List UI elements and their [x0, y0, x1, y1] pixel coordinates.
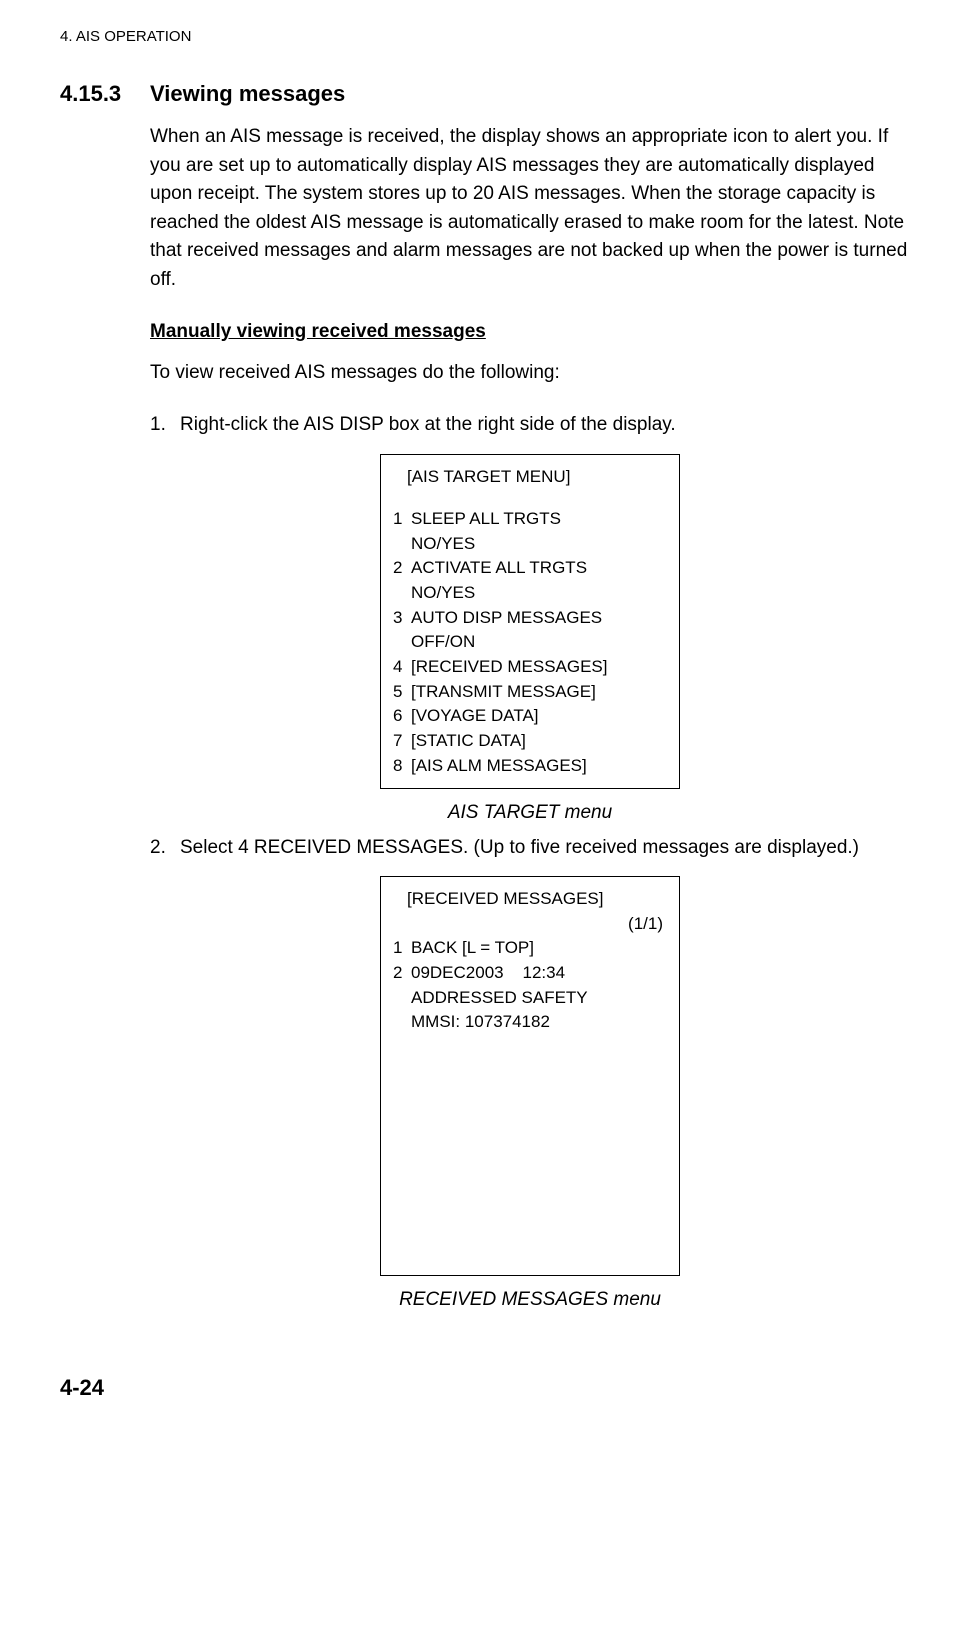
menu1-item-1-opt-text: NO/YES	[411, 532, 667, 557]
menu2-item-1-label: BACK [L = TOP]	[411, 936, 667, 961]
menu1-item-8-num: 8	[393, 754, 411, 779]
menu2-item-2-line1: 2 09DEC2003 12:34	[393, 961, 667, 986]
section-heading: 4.15.3 Viewing messages	[60, 81, 910, 107]
menu1-item-2: 2 ACTIVATE ALL TRGTS	[393, 556, 667, 581]
menu1-item-1: 1 SLEEP ALL TRGTS	[393, 507, 667, 532]
menu1-item-8: 8 [AIS ALM MESSAGES]	[393, 754, 667, 779]
menu1-item-6: 6 [VOYAGE DATA]	[393, 704, 667, 729]
menu2-item-2-line3: MMSI: 107374182	[393, 1010, 667, 1035]
body-content: When an AIS message is received, the dis…	[150, 123, 910, 1315]
menu2-item-1-num: 1	[393, 936, 411, 961]
menu1-item-1-label: SLEEP ALL TRGTS	[411, 507, 667, 532]
menu1-item-7-label: [STATIC DATA]	[411, 729, 667, 754]
sub-intro: To view received AIS messages do the fol…	[150, 359, 910, 388]
ais-target-menu-box: [AIS TARGET MENU] 1 SLEEP ALL TRGTS NO/Y…	[380, 454, 680, 790]
received-messages-menu-box: [RECEIVED MESSAGES] (1/1) 1 BACK [L = TO…	[380, 876, 680, 1276]
menu1-item-8-label: [AIS ALM MESSAGES]	[411, 754, 667, 779]
menu1-item-5-num: 5	[393, 680, 411, 705]
step-1-text: Right-click the AIS DISP box at the righ…	[180, 411, 910, 440]
step-2: 2. Select 4 RECEIVED MESSAGES. (Up to fi…	[150, 834, 910, 863]
menu2-item-2-line3-text: MMSI: 107374182	[411, 1010, 667, 1035]
menu1-item-7-num: 7	[393, 729, 411, 754]
menu1-item-2-opt-text: NO/YES	[411, 581, 667, 606]
step-2-number: 2.	[150, 834, 180, 863]
menu1-item-1-opt: NO/YES	[393, 532, 667, 557]
ais-target-menu-title: [AIS TARGET MENU]	[393, 465, 667, 490]
menu1-item-6-num: 6	[393, 704, 411, 729]
step-1: 1. Right-click the AIS DISP box at the r…	[150, 411, 910, 440]
page-number: 4-24	[60, 1375, 910, 1401]
menu1-item-3-label: AUTO DISP MESSAGES	[411, 606, 667, 631]
step-1-number: 1.	[150, 411, 180, 440]
menu1-item-3-opt: OFF/ON	[393, 630, 667, 655]
menu1-item-3-num: 3	[393, 606, 411, 631]
menu1-item-2-label: ACTIVATE ALL TRGTS	[411, 556, 667, 581]
step-2-text: Select 4 RECEIVED MESSAGES. (Up to five …	[180, 834, 910, 863]
menu1-item-2-opt: NO/YES	[393, 581, 667, 606]
menu1-item-2-num: 2	[393, 556, 411, 581]
menu1-item-3-opt-text: OFF/ON	[411, 630, 667, 655]
menu1-item-3: 3 AUTO DISP MESSAGES	[393, 606, 667, 631]
menu2-item-2-line1-text: 09DEC2003 12:34	[411, 961, 667, 986]
received-messages-title: [RECEIVED MESSAGES]	[393, 887, 667, 912]
received-messages-page: (1/1)	[393, 912, 667, 937]
section-title: Viewing messages	[150, 81, 345, 107]
section-number: 4.15.3	[60, 81, 150, 107]
menu1-item-4-label: [RECEIVED MESSAGES]	[411, 655, 667, 680]
menu1-item-5: 5 [TRANSMIT MESSAGE]	[393, 680, 667, 705]
menu1-item-1-num: 1	[393, 507, 411, 532]
sub-heading: Manually viewing received messages	[150, 318, 910, 347]
menu2-item-1: 1 BACK [L = TOP]	[393, 936, 667, 961]
chapter-header: 4. AIS OPERATION	[60, 28, 910, 45]
menu1-item-5-label: [TRANSMIT MESSAGE]	[411, 680, 667, 705]
menu1-item-6-label: [VOYAGE DATA]	[411, 704, 667, 729]
menu2-item-2-line2: ADDRESSED SAFETY	[393, 986, 667, 1011]
menu2-item-2-line2-text: ADDRESSED SAFETY	[411, 986, 667, 1011]
page: 4. AIS OPERATION 4.15.3 Viewing messages…	[0, 0, 970, 1441]
caption-2: RECEIVED MESSAGES menu	[150, 1286, 910, 1315]
menu1-item-4: 4 [RECEIVED MESSAGES]	[393, 655, 667, 680]
menu1-item-4-num: 4	[393, 655, 411, 680]
intro-paragraph: When an AIS message is received, the dis…	[150, 123, 910, 294]
menu1-item-7: 7 [STATIC DATA]	[393, 729, 667, 754]
caption-1: AIS TARGET menu	[150, 799, 910, 828]
menu2-item-2-num: 2	[393, 961, 411, 986]
